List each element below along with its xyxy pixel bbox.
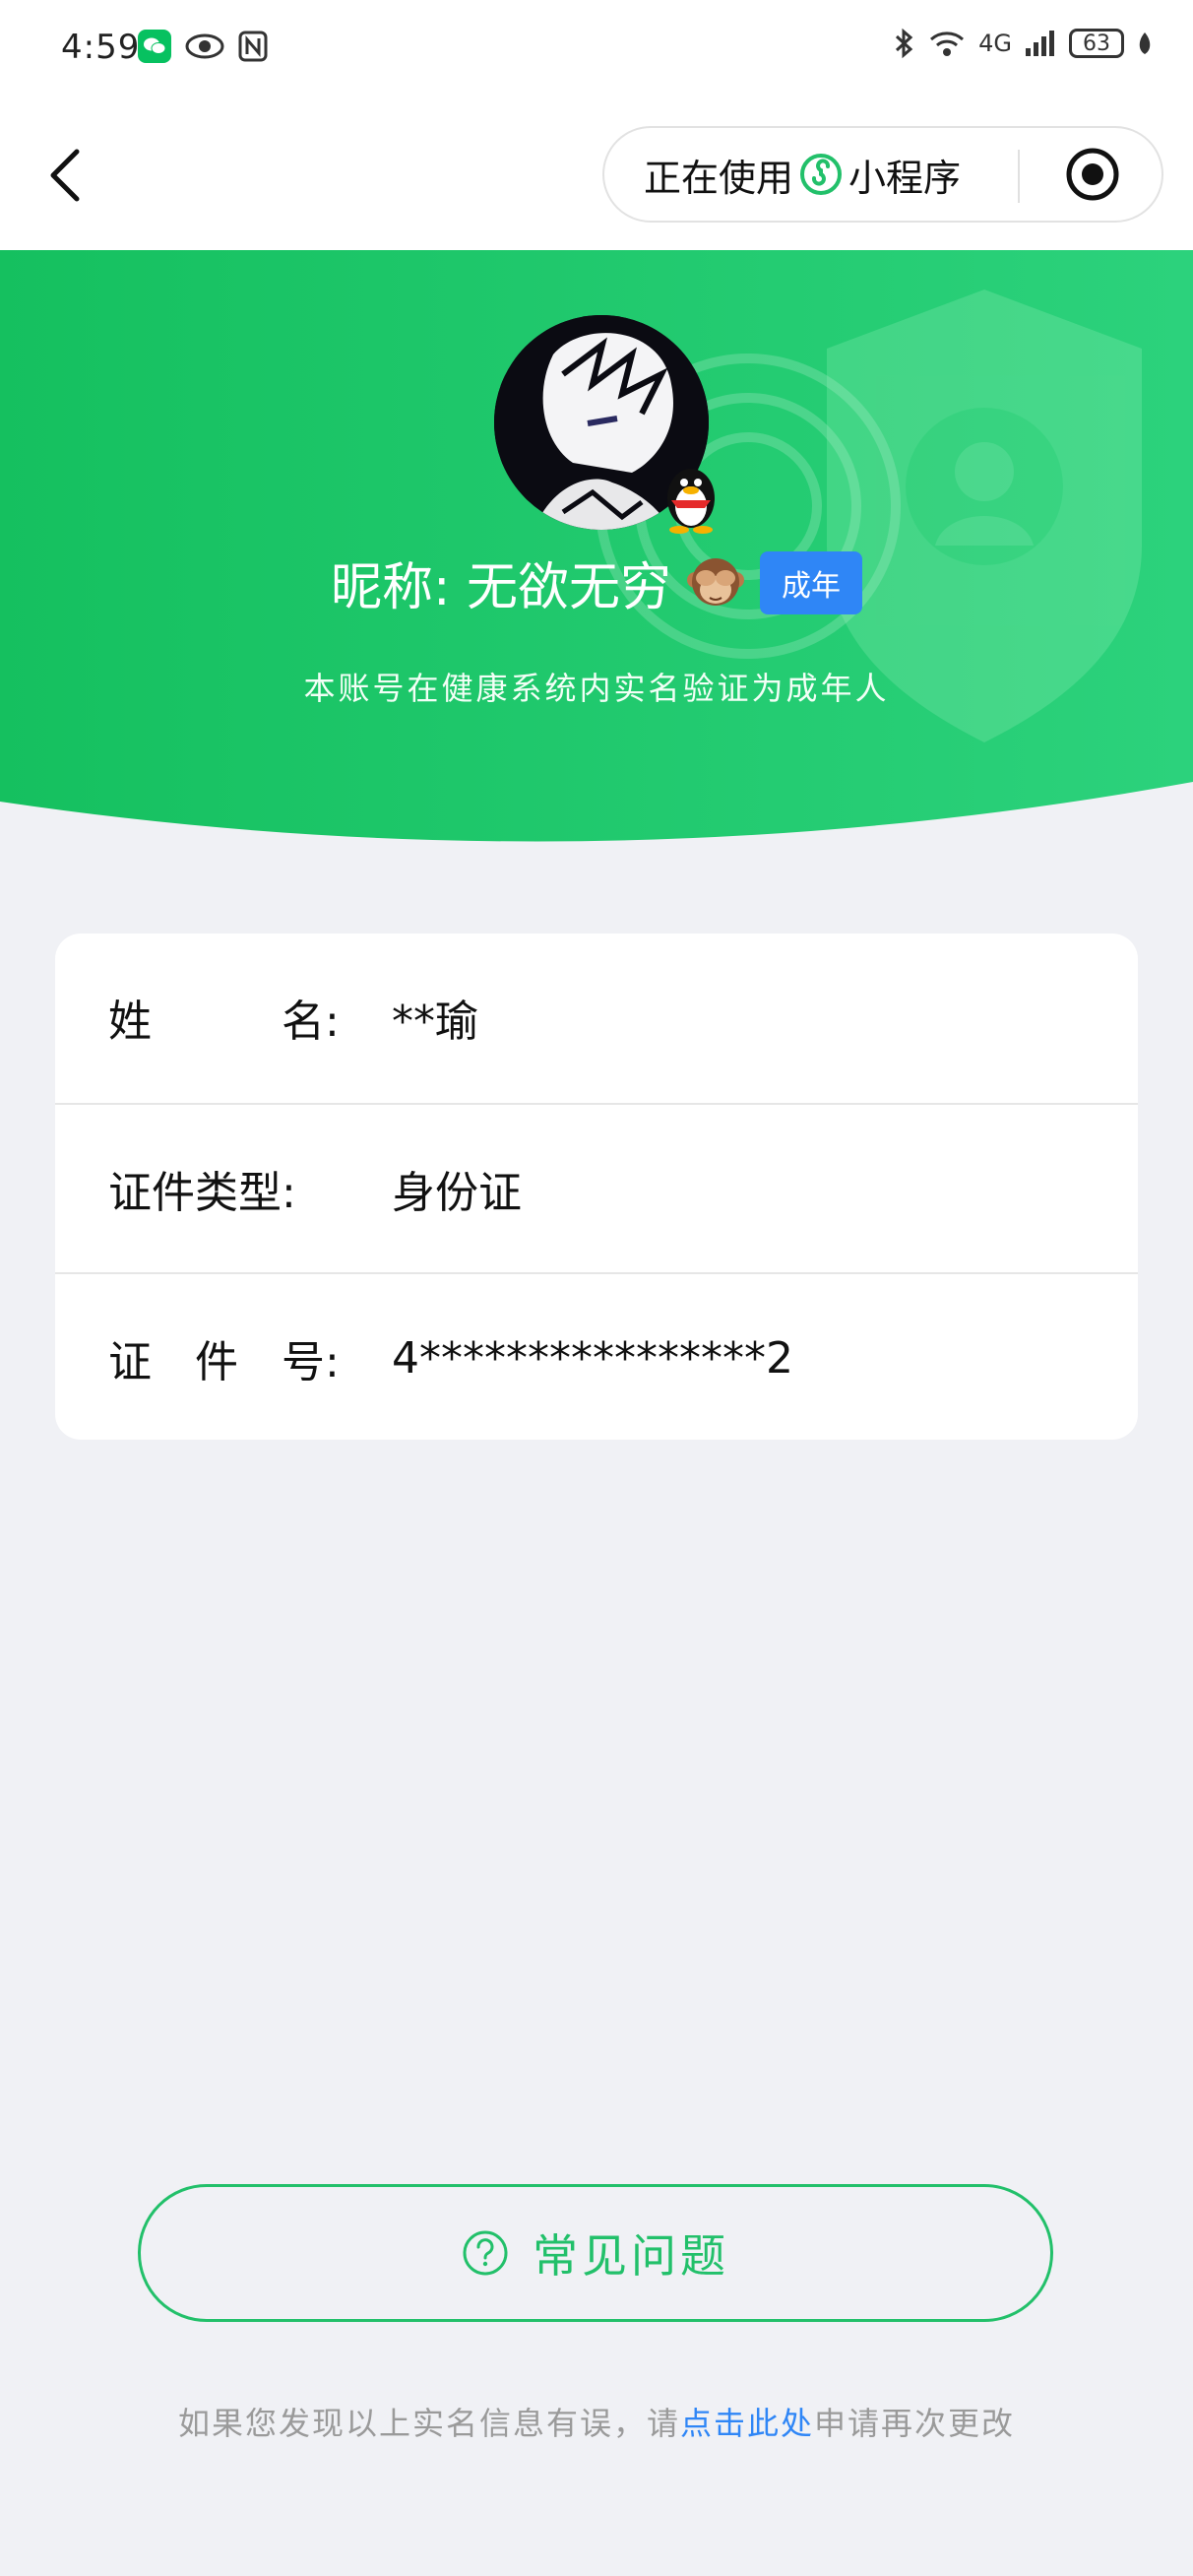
signal-icon — [1026, 31, 1054, 56]
eye-icon — [185, 33, 224, 59]
mini-program-icon — [800, 154, 843, 195]
wifi-icon — [930, 32, 965, 56]
nickname-row: 昵称: 无欲无穷 成年 — [0, 546, 1193, 619]
capsule-text[interactable]: 正在使用 小程序 — [644, 128, 961, 221]
battery-icon: 63 — [1069, 29, 1124, 58]
row-value: **瑜 — [392, 997, 478, 1047]
row-value: 身份证 — [392, 1168, 522, 1218]
network-type: 4G — [978, 30, 1012, 57]
info-row-id-type: 证件类型: 身份证 — [55, 1103, 1138, 1272]
modify-link[interactable]: 点击此处 — [680, 2405, 814, 2442]
capsule-suffix: 小程序 — [848, 156, 962, 200]
record-icon[interactable] — [1065, 147, 1120, 202]
battery-level: 63 — [1083, 31, 1110, 56]
profile-header: 昵称: 无欲无穷 成年 本账号在健康系统内实名验证为成年人 — [0, 250, 1193, 861]
faq-button[interactable]: 常见问题 — [138, 2184, 1053, 2322]
footer-note: 如果您发现以上实名信息有误，请点击此处申请再次更改 — [0, 2399, 1193, 2444]
footer-prefix: 如果您发现以上实名信息有误，请 — [177, 2405, 680, 2442]
footer-suffix: 申请再次更改 — [814, 2405, 1016, 2442]
adult-badge: 成年 — [760, 550, 863, 614]
capsule-prefix: 正在使用 — [644, 156, 794, 200]
identity-info-card: 姓 名: **瑜 证件类型: 身份证 证 件 号: 4*************… — [55, 934, 1138, 1440]
mini-program-capsule: 正在使用 小程序 — [602, 126, 1163, 223]
bluetooth-icon — [896, 28, 913, 59]
info-row-name: 姓 名: **瑜 — [55, 934, 1138, 1101]
navigation-bar: 正在使用 小程序 — [0, 98, 1193, 250]
nickname: 昵称: 无欲无穷 — [330, 558, 672, 617]
row-label: 证件类型: — [108, 1168, 296, 1218]
question-circle-icon — [463, 2230, 508, 2276]
row-value: 4****************2 — [392, 1332, 793, 1384]
status-time: 4:59 — [61, 28, 141, 67]
capsule-divider — [1018, 150, 1020, 203]
verification-subtitle: 本账号在健康系统内实名验证为成年人 — [303, 670, 890, 707]
qq-penguin-icon — [667, 469, 715, 534]
nfc-icon — [238, 31, 268, 62]
wechat-icon — [138, 30, 171, 63]
row-label: 姓 名: — [108, 997, 340, 1047]
faq-label: 常见问题 — [533, 2229, 729, 2283]
status-bar: 4:59 4G 63 — [0, 0, 1193, 98]
info-row-id-number: 证 件 号: 4****************2 — [55, 1272, 1138, 1442]
status-right-icons: 4G 63 — [894, 28, 1154, 59]
status-left-icons — [138, 30, 268, 63]
row-label: 证 件 号: — [108, 1337, 340, 1387]
see-no-evil-monkey-icon — [687, 557, 745, 606]
leaf-icon — [1139, 32, 1151, 54]
back-button[interactable] — [39, 146, 98, 205]
